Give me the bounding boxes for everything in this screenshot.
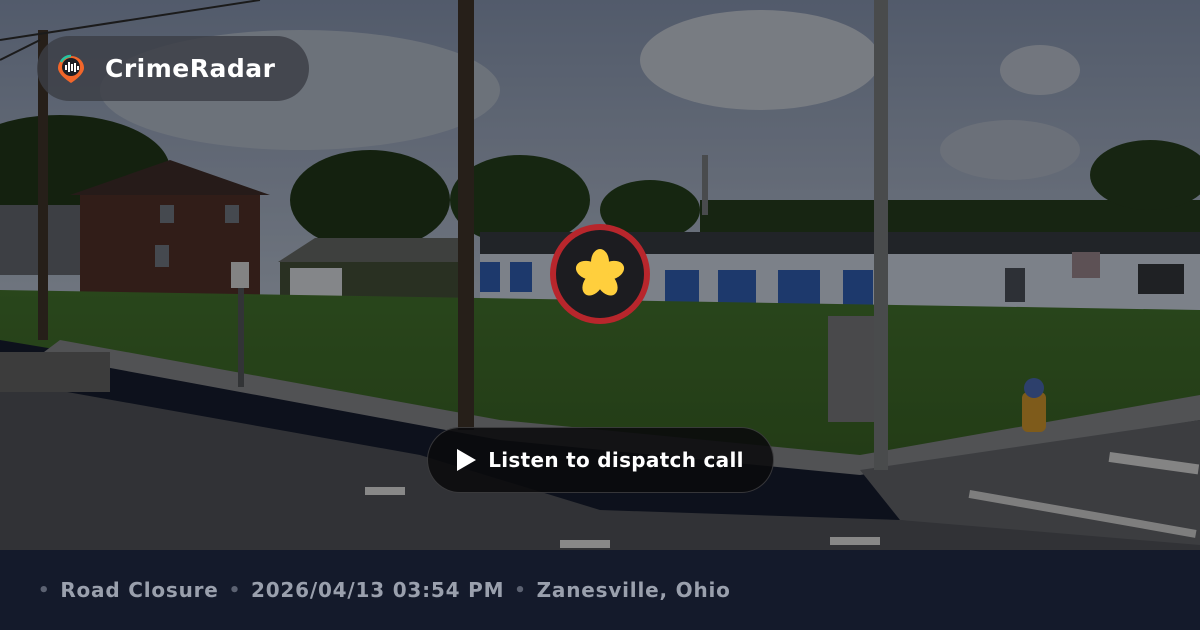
incident-meta: • Road Closure • 2026/04/13 03:54 PM • Z… xyxy=(38,578,731,602)
separator-dot: • xyxy=(228,579,241,601)
incident-location: Zanesville, Ohio xyxy=(536,578,731,602)
play-icon xyxy=(457,449,477,471)
separator-dot: • xyxy=(514,579,527,601)
incident-marker[interactable] xyxy=(548,222,652,326)
brand-pill[interactable]: CrimeRadar xyxy=(37,36,309,101)
brand-name: CrimeRadar xyxy=(105,54,276,83)
radar-pin-logo-icon xyxy=(58,54,84,83)
asterisk-burst-icon xyxy=(550,224,650,324)
incident-info-bar: • Road Closure • 2026/04/13 03:54 PM • Z… xyxy=(0,550,1200,630)
separator-dot: • xyxy=(38,579,51,601)
incident-type: Road Closure xyxy=(60,578,219,602)
listen-dispatch-button[interactable]: Listen to dispatch call xyxy=(427,427,774,493)
listen-dispatch-label: Listen to dispatch call xyxy=(488,448,744,472)
incident-datetime: 2026/04/13 03:54 PM xyxy=(251,578,505,602)
